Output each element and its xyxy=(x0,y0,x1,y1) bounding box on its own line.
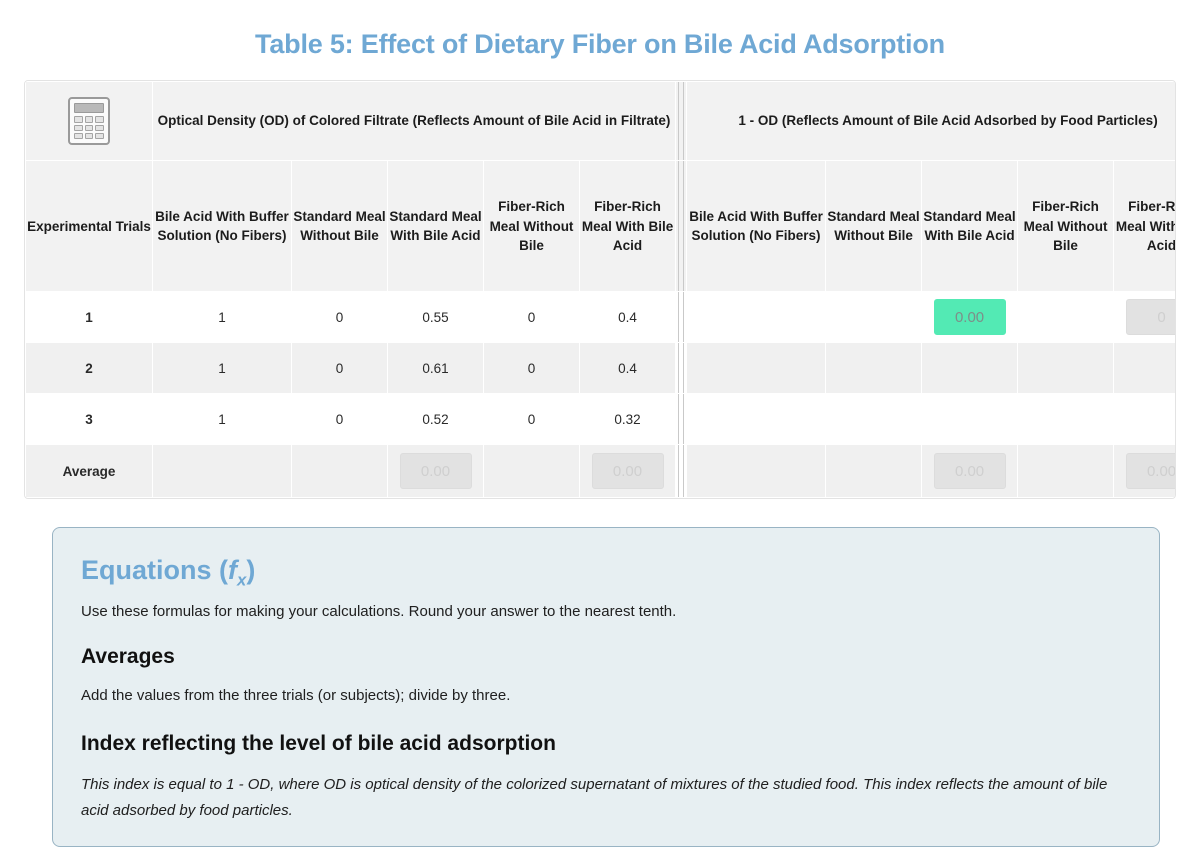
average-od-3-cell[interactable] xyxy=(388,445,483,498)
trial-label: 1 xyxy=(26,292,152,343)
od-value-cell: 0.61 xyxy=(388,343,483,394)
average-row: Average xyxy=(26,445,1175,498)
index-value-3-1-cell xyxy=(687,394,826,445)
od-value-cell: 0 xyxy=(292,343,387,394)
column-header-index-standard-with-bile: Standard Meal With Bile Acid xyxy=(922,161,1018,292)
equations-section-heading: Averages xyxy=(81,644,175,668)
index-value-1-5-cell[interactable] xyxy=(1114,292,1175,343)
index-value-3-4-cell xyxy=(1018,394,1114,445)
index-value-2-1-cell xyxy=(687,343,826,394)
bile-acid-data-table: Optical Density (OD) of Colored Filtrate… xyxy=(25,81,1175,499)
section-divider xyxy=(676,445,687,498)
od-value-cell: 0.52 xyxy=(388,394,483,445)
table-row: 1 1 0 0.55 0 0.4 xyxy=(26,292,1175,343)
index-value-1-1-cell xyxy=(687,292,826,343)
od-value-cell: 0 xyxy=(484,292,579,343)
index-value-1-3-input[interactable] xyxy=(933,299,1006,336)
column-header-index-bile-acid-buffer: Bile Acid With Buffer Solution (No Fiber… xyxy=(687,161,826,292)
section-divider xyxy=(676,161,687,292)
index-value-3-5-cell xyxy=(1114,394,1175,445)
average-index-4-cell xyxy=(1018,445,1114,498)
index-value-2-4-cell xyxy=(1018,343,1114,394)
equations-section-heading: Index reflecting the level of bile acid … xyxy=(81,731,556,755)
column-header-od-bile-acid-buffer: Bile Acid With Buffer Solution (No Fiber… xyxy=(153,161,291,292)
equations-title-close: ) xyxy=(246,555,256,586)
equations-section-body: This index is equal to 1 - OD, where OD … xyxy=(81,775,1108,820)
calculator-screen-icon xyxy=(74,103,104,114)
table-body: 1100.5500.42100.6100.43100.5200.32Averag… xyxy=(26,292,1175,498)
index-value-3-2-cell xyxy=(826,394,922,445)
calculator-keys-icon xyxy=(74,116,104,140)
average-od-1-cell xyxy=(153,445,291,498)
index-value-3-3-cell xyxy=(922,394,1018,445)
index-value-2-2-cell xyxy=(826,343,922,394)
od-value-cell: 0.32 xyxy=(580,394,676,445)
average-od-2-cell xyxy=(292,445,387,498)
average-index-5-input[interactable] xyxy=(1125,453,1175,490)
average-index-3-input[interactable] xyxy=(933,453,1006,490)
table-card: Optical Density (OD) of Colored Filtrate… xyxy=(24,80,1176,500)
calculator-icon xyxy=(68,97,110,146)
od-value-cell: 0 xyxy=(292,394,387,445)
equations-section-body: Add the values from the three trials (or… xyxy=(81,687,511,705)
trial-label: 2 xyxy=(26,343,152,394)
fx-symbol: fx xyxy=(228,555,247,590)
page-root: Table 5: Effect of Dietary Fiber on Bile… xyxy=(0,0,1200,847)
column-header-od-fiber-no-bile: Fiber-Rich Meal Without Bile xyxy=(484,161,579,292)
section-divider xyxy=(676,292,687,343)
average-label: Average xyxy=(26,445,152,498)
equations-intro: Use these formulas for making your calcu… xyxy=(81,602,677,620)
section-divider xyxy=(676,394,687,445)
column-header-od-standard-no-bile: Standard Meal Without Bile xyxy=(292,161,387,292)
od-value-cell: 1 xyxy=(153,292,291,343)
column-header-experimental-trials: Experimental Trials xyxy=(26,161,152,292)
equations-title-text: Equations ( xyxy=(81,555,228,586)
equations-panel: Equations (fx) Use these formulas for ma… xyxy=(52,527,1160,847)
column-header-od-fiber-with-bile: Fiber-Rich Meal With Bile Acid xyxy=(580,161,676,292)
equations-sections: Averages Add the values from the three tr… xyxy=(81,644,1131,825)
group-header-row: Optical Density (OD) of Colored Filtrate… xyxy=(26,82,1175,161)
average-index-1-cell xyxy=(687,445,826,498)
section-divider xyxy=(676,82,687,161)
calculator-icon-cell xyxy=(26,82,152,161)
average-od-5-cell[interactable] xyxy=(580,445,676,498)
equations-title: Equations (fx) xyxy=(81,554,1131,590)
average-od-4-cell xyxy=(484,445,579,498)
trial-label: 3 xyxy=(26,394,152,445)
od-value-cell: 0 xyxy=(292,292,387,343)
column-header-od-standard-with-bile: Standard Meal With Bile Acid xyxy=(388,161,483,292)
od-value-cell: 1 xyxy=(153,394,291,445)
group-header-od: Optical Density (OD) of Colored Filtrate… xyxy=(153,82,676,161)
average-od-5-input[interactable] xyxy=(591,453,664,490)
average-index-2-cell xyxy=(826,445,922,498)
section-divider xyxy=(676,343,687,394)
index-value-1-4-cell xyxy=(1018,292,1114,343)
average-od-3-input[interactable] xyxy=(399,453,472,490)
group-header-index: 1 - OD (Reflects Amount of Bile Acid Ads… xyxy=(687,82,1175,161)
column-header-index-fiber-with-bile: Fiber-Rich Meal With Bile Acid xyxy=(1114,161,1175,292)
column-header-row: Experimental Trials Bile Acid With Buffe… xyxy=(26,161,1175,292)
average-index-5-cell[interactable] xyxy=(1114,445,1175,498)
od-value-cell: 0.4 xyxy=(580,343,676,394)
od-value-cell: 0.4 xyxy=(580,292,676,343)
od-value-cell: 0 xyxy=(484,394,579,445)
index-value-1-3-cell[interactable] xyxy=(922,292,1018,343)
table-row: 3 1 0 0.52 0 0.32 xyxy=(26,394,1175,445)
index-value-1-5-input[interactable] xyxy=(1125,299,1175,336)
od-value-cell: 1 xyxy=(153,343,291,394)
od-value-cell: 0 xyxy=(484,343,579,394)
od-value-cell: 0.55 xyxy=(388,292,483,343)
average-index-3-cell[interactable] xyxy=(922,445,1018,498)
column-header-index-standard-no-bile: Standard Meal Without Bile xyxy=(826,161,922,292)
column-header-index-fiber-no-bile: Fiber-Rich Meal Without Bile xyxy=(1018,161,1114,292)
index-value-2-3-cell xyxy=(922,343,1018,394)
table-row: 2 1 0 0.61 0 0.4 xyxy=(26,343,1175,394)
page-title: Table 5: Effect of Dietary Fiber on Bile… xyxy=(255,29,945,59)
index-value-2-5-cell xyxy=(1114,343,1175,394)
index-value-1-2-cell xyxy=(826,292,922,343)
